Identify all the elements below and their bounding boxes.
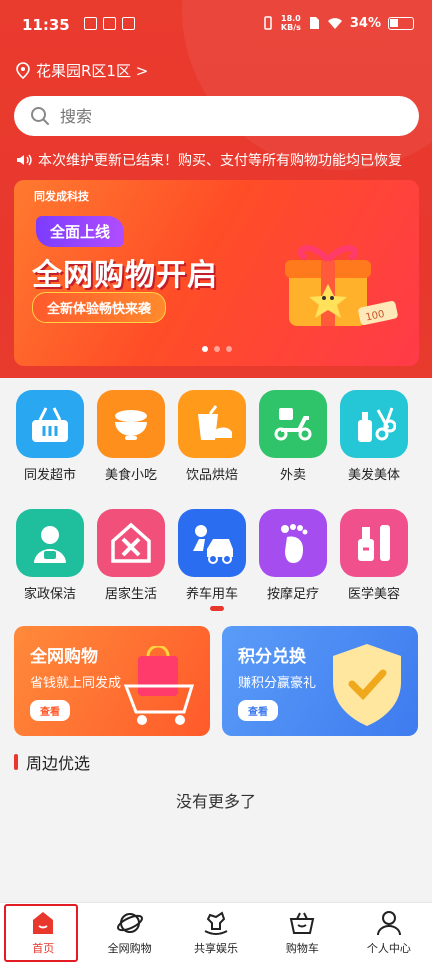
sim-icon	[309, 17, 319, 29]
home-tab-highlight	[4, 904, 78, 962]
category-tongfa-supermarket[interactable]: 同发超市	[10, 390, 90, 483]
location-label: 花果园R区1区 >	[36, 62, 149, 80]
housekeeper-icon	[16, 509, 84, 577]
location-pin-icon	[16, 62, 30, 79]
notice-bar[interactable]: 本次维护更新已结束！购买、支付等所有购物功能均已恢复	[16, 150, 426, 170]
notification-app-icon	[84, 17, 97, 30]
promo-subtitle: 省钱就上同发成	[30, 676, 122, 691]
tab-shared-entertainment[interactable]: 共享娱乐	[173, 903, 259, 964]
tab-label: 全网购物	[107, 942, 152, 955]
drink-icon	[178, 390, 246, 458]
pagination-dot	[214, 346, 220, 352]
promo-banner[interactable]: 同发成科技 全面上线 全网购物开启 全新体验畅快来袭 100	[14, 180, 419, 366]
cart-icon	[290, 912, 315, 934]
promo-view-button[interactable]: 查看	[30, 700, 70, 721]
location-selector[interactable]: 花果园R区1区 >	[16, 60, 148, 81]
category-foot-massage[interactable]: 按摩足疗	[253, 509, 333, 602]
tab-label: 共享娱乐	[194, 942, 239, 955]
nearby-section-header: 周边优选	[14, 750, 90, 774]
planet-icon	[116, 913, 143, 933]
category-label: 美发美体	[347, 468, 400, 483]
promo-subtitle: 赚积分赢豪礼	[238, 676, 317, 691]
banner-tag: 全面上线	[36, 216, 125, 247]
home-tools-icon	[97, 509, 165, 577]
empty-state-text: 没有更多了	[175, 792, 256, 811]
scooter-icon	[259, 390, 327, 458]
status-right: 18.0 KB/s 34%	[262, 14, 414, 32]
grid-page-indicator	[210, 606, 224, 611]
wifi-icon	[327, 17, 342, 29]
header: 11:35 18.0 KB/s 34% 花果园R区1区 > 本次维护更新已结束！…	[0, 0, 432, 378]
speed-unit: KB/s	[280, 23, 301, 32]
tab-label: 购物车	[285, 942, 319, 955]
search-icon	[31, 107, 49, 125]
rocking-horse-icon	[204, 911, 228, 935]
gift-box-illustration: 100	[285, 245, 398, 326]
pagination-dot	[226, 346, 232, 352]
category-car-service[interactable]: 养车用车	[172, 509, 252, 602]
notice-text: 本次维护更新已结束！购买、支付等所有购物功能均已恢复	[38, 153, 402, 169]
category-label: 同发超市	[23, 468, 76, 483]
promo-card-online-shopping[interactable]: 全网购物 省钱就上同发成 查看	[14, 626, 210, 736]
category-takeout[interactable]: 外卖	[253, 390, 333, 483]
person-icon	[376, 911, 401, 936]
bowl-icon	[97, 390, 165, 458]
category-label: 按摩足疗	[266, 587, 319, 602]
basket-icon	[16, 390, 84, 458]
category-drinks-bakery[interactable]: 饮品烘焙	[172, 390, 252, 483]
promo-title: 全网购物	[30, 647, 98, 667]
car-repair-icon	[178, 509, 246, 577]
banner-title: 全网购物开启	[32, 258, 218, 293]
category-food-snacks[interactable]: 美食小吃	[91, 390, 171, 483]
category-hair-beauty[interactable]: 美发美体	[334, 390, 414, 483]
pagination-dot	[202, 346, 208, 352]
section-accent-bar	[14, 754, 18, 770]
category-label: 家政保洁	[23, 587, 76, 602]
notification-app-icon	[103, 17, 116, 30]
banner-brand: 同发成科技	[34, 190, 89, 203]
network-speed: 18.0 KB/s	[281, 14, 301, 32]
category-label: 居家生活	[104, 587, 157, 602]
category-label: 饮品烘焙	[185, 468, 238, 483]
search-input[interactable]	[60, 106, 360, 126]
tab-label: 个人中心	[366, 942, 411, 955]
promo-title: 积分兑换	[238, 647, 306, 667]
cosmetics-icon	[340, 509, 408, 577]
scissors-icon	[340, 390, 408, 458]
shield-check-illustration	[333, 644, 401, 726]
category-label: 美食小吃	[104, 468, 157, 483]
category-housekeeping[interactable]: 家政保洁	[10, 509, 90, 602]
category-label: 养车用车	[185, 587, 238, 602]
banner-pagination	[202, 346, 232, 352]
notification-app-icon	[122, 17, 135, 30]
notification-icons	[84, 17, 135, 30]
tab-profile[interactable]: 个人中心	[346, 903, 432, 964]
vibrate-icon	[264, 16, 272, 30]
category-home-living[interactable]: 居家生活	[91, 509, 171, 602]
promo-view-button[interactable]: 查看	[238, 700, 278, 721]
shopping-cart-illustration	[123, 646, 195, 725]
tab-cart[interactable]: 购物车	[259, 903, 345, 964]
promo-card-points-exchange[interactable]: 积分兑换 赚积分赢豪礼 查看	[222, 626, 418, 736]
category-label: 医学美容	[347, 587, 400, 602]
battery-level: 34%	[349, 15, 381, 31]
category-label: 外卖	[279, 468, 306, 483]
tab-online-shopping[interactable]: 全网购物	[86, 903, 172, 964]
battery-icon	[388, 16, 414, 30]
banner-subtitle: 全新体验畅快来袭	[32, 292, 167, 323]
foot-icon	[259, 509, 327, 577]
speaker-icon	[17, 154, 32, 166]
search-bar[interactable]	[14, 96, 419, 136]
category-grid: 同发超市 美食小吃 饮品烘焙 外卖 美发美体 家政保洁 居家生活 养车用车 按摩…	[10, 390, 422, 602]
category-medical-beauty[interactable]: 医学美容	[334, 509, 414, 602]
section-title: 周边优选	[26, 754, 91, 773]
speed-value: 18.0	[281, 14, 301, 23]
status-time: 11:35	[22, 16, 70, 34]
status-bar: 11:35 18.0 KB/s 34%	[0, 0, 432, 50]
